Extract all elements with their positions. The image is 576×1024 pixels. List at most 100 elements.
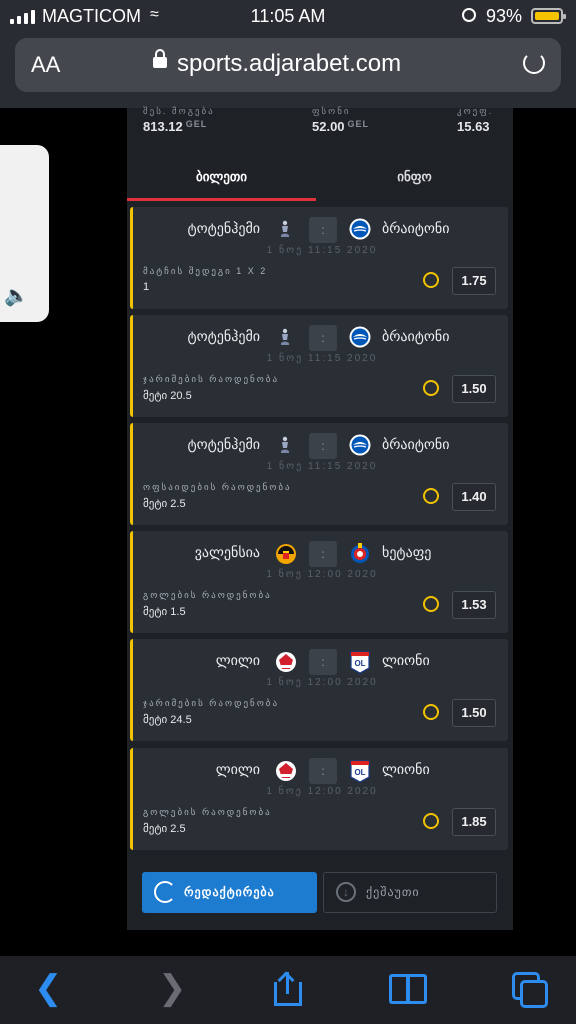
selection-text: მეტი 2.5 [143,823,186,835]
tab-info[interactable]: ინფო [316,153,513,201]
chevron-right-icon: ❯ [158,969,187,1007]
bet-card[interactable]: ტოტენჰემი: ბრაიტონი 1 ნოე 11:15 2020 ჯარიმე… [130,315,508,417]
score-box: : [309,217,337,243]
bet-slip-panel: შეს. მოგება 813.12 GEL ფსონი 52.00 GEL კოე… [127,106,513,930]
cashout-button-label: ქეშაუთი [366,885,420,899]
svg-text:OL: OL [354,659,365,668]
download-icon: ↓ [336,882,356,902]
home-team-logo-icon [275,651,296,672]
bet-card[interactable]: ლილი: OL ლიონი 1 ნოე 12:00 2020 ჯარიმების რა… [130,639,508,741]
edit-icon [154,881,176,903]
away-team-name: ბრაიტონი [382,436,450,452]
edit-button[interactable]: რედაქტირება [142,872,317,913]
score-box: : [309,433,337,459]
reload-icon[interactable] [523,52,545,74]
possible-win-currency: GEL [185,119,208,129]
away-team-name: ბრაიტონი [382,220,450,236]
bet-card[interactable]: ვალენსია: ხეტაფე 1 ნოე 12:00 2020 გოლების რ… [130,531,508,633]
stake-currency: GEL [347,119,370,129]
rotation-lock-icon [462,8,476,22]
selection-text: მეტი 1.5 [143,606,186,618]
odd-value: 1.50 [452,375,496,403]
away-team-logo-icon [349,218,371,240]
match-date: 1 ნოე 11:15 2020 [266,353,378,364]
score-box: : [309,325,337,351]
home-team-logo-icon [275,435,295,455]
possible-win-label: შეს. მოგება [143,106,215,116]
possible-win-value: 813.12 [143,119,183,134]
away-team-name: ლიონი [382,761,430,777]
total-coefficient: კოეფ. 15.63 [457,106,494,134]
speaker-icon: 🔈 [4,285,29,307]
market-name: ოფსაიდების რაოდენობა [143,482,292,492]
home-team-name: ლილი [215,761,260,777]
summary-row: შეს. მოგება 813.12 GEL ფსონი 52.00 GEL კოე… [127,106,513,150]
away-team-name: ბრაიტონი [382,328,450,344]
status-pending-icon [423,704,439,720]
chevron-left-icon[interactable]: ❮ [34,968,63,1008]
home-team-logo-icon [275,327,295,347]
reader-options-button[interactable]: AA [31,52,60,78]
away-team-logo-icon [349,326,371,348]
odd-value: 1.85 [452,808,496,836]
url-text[interactable]: sports.adjarabet.com [177,50,401,78]
selection-text: მეტი 24.5 [143,714,192,726]
coefficient-label: კოეფ. [457,106,494,116]
selection-text: 1 [143,281,150,293]
market-name: ჯარიმების რაოდენობა [143,374,280,384]
status-pending-icon [423,488,439,504]
bet-card[interactable]: ტოტენჰემი: ბრაიტონი 1 ნოე 11:15 2020 ოფსაიდ… [130,423,508,525]
odd-value: 1.50 [452,699,496,727]
tabs-icon[interactable] [512,972,548,1008]
browser-toolbar: ❮ ❯ [0,956,576,1024]
market-name: გოლების რაოდენობა [143,807,272,817]
status-pending-icon [423,596,439,612]
share-icon[interactable] [274,971,302,1006]
svg-text:OL: OL [354,768,365,777]
tabs: ბილეთი ინფო [127,153,513,201]
browser-address-area: AA sports.adjarabet.com [0,34,576,108]
odd-value: 1.53 [452,591,496,619]
home-team-name: ტოტენჰემი [187,436,260,452]
possible-win: შეს. მოგება 813.12 GEL [143,106,215,134]
selection-text: მეტი 20.5 [143,390,192,402]
market-name: მატჩის შედეგი 1 X 2 [143,266,268,276]
away-team-name: ლიონი [382,652,430,668]
address-bar[interactable]: AA sports.adjarabet.com [15,38,561,92]
away-team-logo-icon [349,434,371,456]
match-date: 1 ნოე 12:00 2020 [266,786,378,797]
market-name: გოლების რაოდენობა [143,590,272,600]
home-team-logo-icon [275,543,296,564]
edit-button-label: რედაქტირება [184,885,275,899]
match-date: 1 ნოე 12:00 2020 [266,677,378,688]
bet-card[interactable]: ტოტენჰემი: ბრაიტონი 1 ნოე 11:15 2020 მატჩის… [130,207,508,309]
match-date: 1 ნოე 12:00 2020 [266,569,378,580]
odd-value: 1.40 [452,483,496,511]
coefficient-value: 15.63 [457,119,490,134]
volume-hud: 🔈 [0,145,49,322]
score-box: : [309,649,337,675]
home-team-name: ვალენსია [194,544,260,560]
status-bar: MAGTICOM ≈ 11:05 AM 93% [0,0,576,34]
status-pending-icon [423,813,439,829]
stake-label: ფსონი [312,106,351,116]
stake-value: 52.00 [312,119,345,134]
battery-icon [531,8,566,24]
cashout-button[interactable]: ↓ ქეშაუთი [323,872,497,913]
home-team-name: ტოტენჰემი [187,220,260,236]
match-date: 1 ნოე 11:15 2020 [266,245,378,256]
away-team-logo-icon: OL [349,759,371,783]
odd-value: 1.75 [452,267,496,295]
away-team-name: ხეტაფე [382,544,432,560]
bet-card[interactable]: ლილი: OL ლიონი 1 ნოე 12:00 2020 გოლების რაოდ… [130,748,508,850]
home-team-name: ლილი [215,652,260,668]
score-box: : [309,758,337,784]
battery-percent: 93% [486,6,523,26]
away-team-logo-icon: OL [349,650,371,674]
status-pending-icon [423,272,439,288]
tab-ticket[interactable]: ბილეთი [127,153,316,201]
match-date: 1 ნოე 11:15 2020 [266,461,378,472]
away-team-logo-icon [349,542,371,564]
status-pending-icon [423,380,439,396]
book-icon[interactable] [389,974,429,1004]
